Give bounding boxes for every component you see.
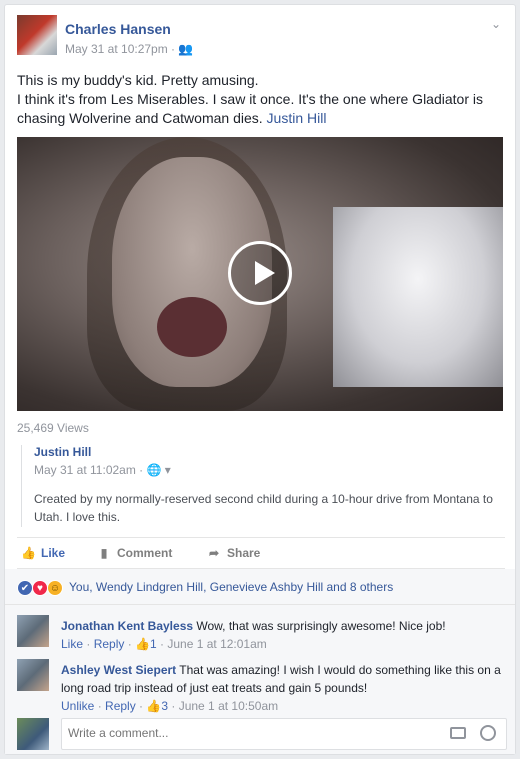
share-button[interactable]: ➦ Share (207, 546, 260, 560)
post-text-body: I think it's from Les Miserables. I saw … (17, 91, 483, 126)
friends-icon: 👥 (178, 42, 194, 56)
video-player[interactable] (17, 137, 503, 411)
chevron-down-icon[interactable]: ⌄ (491, 17, 501, 31)
share-icon: ➦ (208, 546, 220, 560)
comment-body: Ashley West Siepert That was amazing! I … (61, 661, 507, 715)
shared-post: Justin Hill May 31 at 11:02am · 🌐 ▾ Crea… (21, 445, 505, 527)
globe-icon: 🌐 (146, 463, 162, 477)
comment-reply-link[interactable]: Reply (105, 699, 136, 713)
post-card: Charles Hansen May 31 at 10:27pm · 👥 ⌄ T… (4, 4, 516, 755)
post-text-line1: This is my buddy's kid. Pretty amusing. (17, 72, 259, 88)
comment-reply-link[interactable]: Reply (94, 637, 125, 651)
comment-icon: ▮ (100, 546, 108, 560)
post-text: This is my buddy's kid. Pretty amusing. … (17, 71, 507, 128)
reactions-summary[interactable]: You, Wendy Lindgren Hill, Genevieve Ashb… (69, 580, 393, 594)
post-header: Charles Hansen May 31 at 10:27pm · 👥 ⌄ (17, 15, 505, 63)
comment-meta: Like · Reply · 👍1 · June 1 at 12:01am (61, 637, 267, 651)
commenter-avatar[interactable] (17, 615, 49, 647)
comment-like-count[interactable]: 3 (161, 699, 168, 713)
action-bar: 👍 Like ▮ Comment ➦ Share (17, 537, 505, 569)
tagged-user-link[interactable]: Justin Hill (267, 110, 327, 126)
comment-input[interactable] (68, 726, 428, 740)
post-meta: May 31 at 10:27pm · 👥 (65, 42, 193, 56)
comment-time[interactable]: June 1 at 10:50am (179, 699, 278, 713)
author-avatar[interactable] (17, 15, 57, 55)
comment-body: Jonathan Kent Bayless Wow, that was surp… (61, 617, 507, 653)
video-subject-mouth (157, 297, 227, 357)
play-icon[interactable] (228, 241, 292, 305)
post-timestamp[interactable]: May 31 at 10:27pm · (65, 42, 178, 56)
commenter-name[interactable]: Jonathan Kent Bayless (61, 619, 193, 633)
like-reaction-icon: ✔ (17, 580, 33, 596)
shared-timestamp[interactable]: May 31 at 11:02am · (34, 463, 147, 477)
commenter-avatar[interactable] (17, 659, 49, 691)
comment-like-link[interactable]: Like (61, 637, 83, 651)
commenter-name[interactable]: Ashley West Siepert (61, 663, 176, 677)
current-user-avatar (17, 718, 49, 750)
camera-icon[interactable] (450, 727, 466, 739)
thumbs-up-icon: 👍 (135, 637, 150, 651)
shared-meta: May 31 at 11:02am · 🌐 ▾ (34, 463, 505, 477)
love-reaction-icon: ♥ (32, 580, 48, 596)
author-name[interactable]: Charles Hansen (65, 21, 171, 37)
view-count: 25,469 Views (17, 421, 89, 435)
comment-text: Wow, that was surprisingly awesome! Nice… (196, 619, 446, 633)
comment-time[interactable]: June 1 at 12:01am (167, 637, 266, 651)
emoji-icon[interactable] (480, 725, 496, 741)
comment-like-count[interactable]: 1 (150, 637, 157, 651)
shared-text: Created by my normally-reserved second c… (34, 492, 493, 524)
share-label: Share (227, 546, 261, 560)
like-label: Like (41, 546, 66, 560)
thumbs-up-icon: 👍 (21, 546, 36, 560)
haha-reaction-icon: ☺ (47, 580, 63, 596)
reactions-bar: ✔ ♥ ☺ You, Wendy Lindgren Hill, Geneviev… (5, 569, 515, 605)
video-background (333, 207, 503, 387)
caret-down-icon[interactable]: ▾ (165, 463, 171, 477)
comment-button[interactable]: ▮ Comment (97, 546, 520, 560)
like-button[interactable]: 👍 Like (21, 546, 65, 560)
thumbs-up-icon: 👍 (146, 699, 162, 713)
comment-unlike-link[interactable]: Unlike (61, 699, 94, 713)
comment-composer[interactable] (61, 718, 507, 750)
shared-author-name[interactable]: Justin Hill (34, 445, 505, 459)
comment-label: Comment (117, 546, 173, 560)
comment-meta: Unlike · Reply · 👍3 · June 1 at 10:50am (61, 699, 279, 713)
post-text-line2: I think it's from Les Miserables. I saw … (17, 90, 507, 128)
